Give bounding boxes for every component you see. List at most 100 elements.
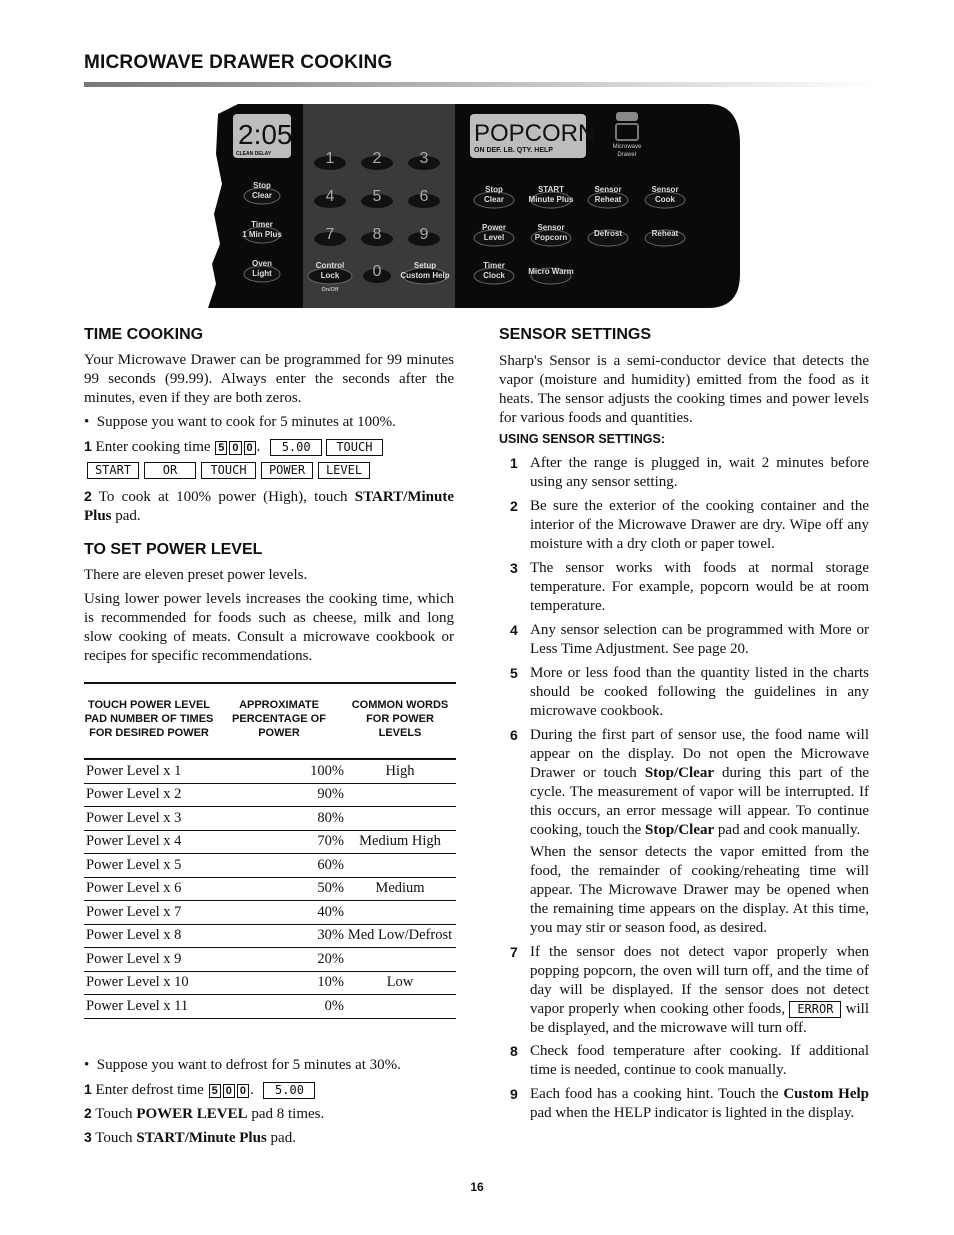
power-level-title: TO SET POWER LEVEL bbox=[84, 541, 263, 558]
pad-count-cell: Power Level x 8 bbox=[84, 924, 214, 948]
common-word-cell bbox=[344, 853, 456, 878]
defrost-bullet: • Suppose you want to defrost for 5 minu… bbox=[84, 1057, 401, 1073]
svg-text:3: 3 bbox=[420, 150, 429, 167]
pad-name: Stop/Clear bbox=[644, 822, 715, 838]
key-0: 0 bbox=[243, 441, 256, 455]
step-number: 2 bbox=[84, 1105, 92, 1121]
percentage-cell: 30% bbox=[214, 924, 344, 948]
step-number: 2 bbox=[510, 498, 518, 514]
step-number: 8 bbox=[510, 1043, 518, 1059]
pad-label-bottom: Light bbox=[252, 269, 272, 278]
common-word-cell: Low bbox=[344, 971, 456, 995]
step-number: 9 bbox=[510, 1086, 518, 1102]
table-row: Power Level x 5 60% bbox=[84, 853, 456, 878]
pad-label-bottom: Custom Help bbox=[400, 271, 449, 280]
pad-label-bottom: Lock bbox=[321, 271, 340, 280]
pad-label-bottom: Clock bbox=[483, 271, 505, 280]
on-off-label: On/Off bbox=[321, 287, 338, 293]
control-panel-illustration: 2:05 CLEAN DELAY POPCORN ON DEF. LB. QTY… bbox=[208, 104, 740, 308]
table-row: Power Level x 6 50% Medium bbox=[84, 877, 456, 901]
key-0: 0 bbox=[222, 1084, 235, 1098]
pad-label-bottom: Popcorn bbox=[535, 233, 568, 242]
sensor-step: 5 More or less food than the quantity lis… bbox=[510, 664, 869, 721]
pad-count-cell: Power Level x 10 bbox=[84, 971, 214, 995]
step-number: 1 bbox=[84, 1081, 92, 1097]
pad-name: START/Minute Plus bbox=[136, 1130, 267, 1146]
step-text: Each food has a cooking hint. Touch the bbox=[530, 1086, 784, 1102]
defrost-step2: 2 Touch POWER LEVEL pad 8 times. bbox=[84, 1104, 454, 1124]
time-cooking-intro: Your Microwave Drawer can be programmed … bbox=[84, 352, 454, 406]
step-text: pad 8 times. bbox=[247, 1106, 325, 1122]
defrost-step1: 1 Enter defrost time 500. 5.00 bbox=[84, 1080, 456, 1100]
step-number: 6 bbox=[510, 727, 518, 743]
step-text: Check food temperature after cooking. If… bbox=[530, 1043, 869, 1078]
svg-text:4: 4 bbox=[326, 188, 335, 205]
table-row: Power Level x 10 10% Low bbox=[84, 971, 456, 995]
step-number: 5 bbox=[510, 665, 518, 681]
step-text: pad and cook manually. bbox=[714, 822, 861, 838]
table-row: Power Level x 11 0% bbox=[84, 994, 456, 1019]
using-sensor-subtitle: USING SENSOR SETTINGS: bbox=[499, 432, 665, 446]
display-box: 5.00 bbox=[270, 439, 323, 456]
step-number: 3 bbox=[510, 560, 518, 576]
pad-count-cell: Power Level x 6 bbox=[84, 877, 214, 901]
pad-count-cell: Power Level x 3 bbox=[84, 806, 214, 831]
step-text: Touch bbox=[95, 1130, 137, 1146]
common-word-cell: Medium High bbox=[344, 830, 456, 854]
svg-text:0: 0 bbox=[373, 263, 382, 280]
defrost-step3: 3 Touch START/Minute Plus pad. bbox=[84, 1128, 454, 1148]
table-row: Power Level x 9 20% bbox=[84, 947, 456, 972]
table-row: Power Level x 1 100% High bbox=[84, 759, 456, 784]
power-level-p1: There are eleven preset power levels. bbox=[84, 567, 308, 583]
step-text: Enter cooking time bbox=[95, 439, 211, 455]
pad-label-bottom: Clear bbox=[484, 195, 504, 204]
percentage-cell: 0% bbox=[214, 994, 344, 1019]
table-row: Power Level x 7 40% bbox=[84, 900, 456, 925]
step-number: 1 bbox=[84, 438, 92, 454]
right-pad: Defrost bbox=[587, 229, 629, 247]
right-lcd-text: POPCORN bbox=[474, 120, 595, 147]
display-sequence: START OR TOUCH POWER LEVEL bbox=[87, 461, 370, 479]
column-header: APPROXIMATE PERCENTAGE OF POWER bbox=[214, 682, 344, 760]
pad-label-top: START bbox=[538, 185, 564, 194]
key-0: 0 bbox=[229, 441, 242, 455]
pad-name: Stop/Clear bbox=[644, 765, 714, 781]
display-box: 5.00 bbox=[263, 1082, 316, 1099]
sensor-step: 4 Any sensor selection can be programmed … bbox=[510, 621, 869, 659]
step-number: 1 bbox=[510, 455, 518, 471]
pad-label-top: Stop bbox=[485, 185, 503, 194]
common-word-cell bbox=[344, 947, 456, 972]
display-box: LEVEL bbox=[318, 462, 370, 479]
drawer-label-1: Microwave bbox=[613, 144, 642, 150]
key-0: 0 bbox=[236, 1084, 249, 1098]
percentage-cell: 80% bbox=[214, 806, 344, 831]
step-number: 2 bbox=[84, 488, 92, 504]
step-text: pad. bbox=[266, 1130, 296, 1146]
step-number: 4 bbox=[510, 622, 518, 638]
bullet-text: Suppose you want to cook for 5 minutes a… bbox=[96, 414, 396, 430]
column-header: COMMON WORDS FOR POWER LEVELS bbox=[344, 682, 456, 760]
display-box: OR bbox=[144, 462, 196, 479]
pad-label-top: Power bbox=[482, 223, 506, 232]
common-word-cell bbox=[344, 994, 456, 1019]
percentage-cell: 100% bbox=[214, 759, 344, 784]
pad-label-bottom: Cook bbox=[655, 195, 676, 204]
display-box: TOUCH bbox=[325, 439, 383, 456]
step-text: Be sure the exterior of the cooking cont… bbox=[530, 498, 869, 552]
sensor-step: 7 If the sensor does not detect vapor pro… bbox=[510, 943, 869, 1038]
step-text: pad when the HELP indicator is lighted i… bbox=[530, 1105, 855, 1121]
sensor-step: 2 Be sure the exterior of the cooking con… bbox=[510, 497, 869, 554]
key-5: 5 bbox=[208, 1084, 221, 1098]
table-row: Power Level x 4 70% Medium High bbox=[84, 830, 456, 854]
step-number: 7 bbox=[510, 944, 518, 960]
svg-text:9: 9 bbox=[420, 226, 429, 243]
table-row: Power Level x 8 30% Med Low/Defrost bbox=[84, 924, 456, 948]
sensor-settings-title: SENSOR SETTINGS bbox=[499, 326, 652, 343]
step-text: Any sensor selection can be programmed w… bbox=[530, 622, 869, 657]
table-row: Power Level x 3 80% bbox=[84, 806, 456, 831]
right-lcd-indicators: ON DEF. LB. QTY. HELP bbox=[474, 147, 553, 154]
column-header: TOUCH POWER LEVEL PAD NUMBER OF TIMES FO… bbox=[84, 682, 214, 760]
pad-count-cell: Power Level x 9 bbox=[84, 947, 214, 972]
power-level-p2: Using lower power levels increases the c… bbox=[84, 591, 454, 664]
common-word-cell: High bbox=[344, 759, 456, 784]
